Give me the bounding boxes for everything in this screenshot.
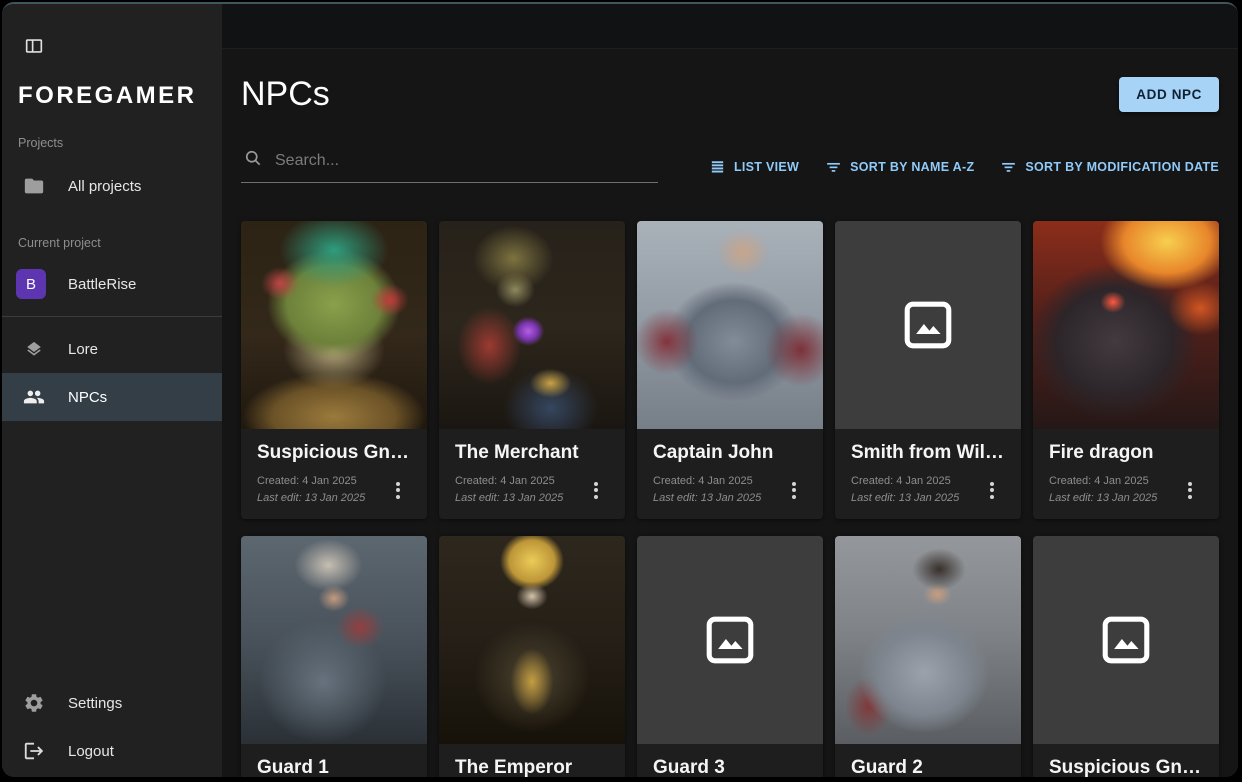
sidebar: FOREGAMER Projects All projects Current … [2,4,222,777]
sort-lines-icon [825,158,842,175]
card-title: Guard 3 [653,757,807,777]
card-menu-button[interactable] [385,477,411,503]
npc-card[interactable]: Suspicious Gnome Created: 4 Jan 2025 Las… [1033,536,1219,777]
card-created-date: Created: 4 Jan 2025 [1049,473,1157,490]
project-name: BattleRise [68,276,136,293]
search-input[interactable] [275,152,656,170]
content-area: NPCs ADD NPC LIST VIEW [222,49,1238,777]
gear-icon [22,692,46,714]
sidebar-item-label: Logout [68,743,114,760]
search-field[interactable] [241,144,658,183]
page-title: NPCs [241,75,330,114]
card-image [241,536,427,744]
sort-by-name-button[interactable]: SORT BY NAME A-Z [825,158,974,175]
sidebar-divider [2,316,222,317]
sidebar-item-settings[interactable]: Settings [2,679,222,727]
main-area: NPCs ADD NPC LIST VIEW [222,4,1238,777]
card-image [241,221,427,429]
card-title: Smith from Willia… [851,442,1005,464]
card-last-edit-date: Last edit: 13 Jan 2025 [1049,490,1157,507]
panel-toggle-icon [23,35,45,57]
sidebar-item-logout[interactable]: Logout [2,727,222,775]
image-placeholder-icon [701,611,759,669]
sidebar-item-label: All projects [68,178,141,195]
card-menu-button[interactable] [1177,477,1203,503]
npc-card-grid: Suspicious Gnome Created: 4 Jan 2025 Las… [241,221,1219,777]
sidebar-item-npcs[interactable]: NPCs [2,373,222,421]
card-last-edit-date: Last edit: 13 Jan 2025 [851,490,959,507]
npc-card[interactable]: Captain John Created: 4 Jan 2025 Last ed… [637,221,823,519]
npc-card[interactable]: The Emperor Created: 4 Jan 2025 Last edi… [439,536,625,777]
card-title: Guard 2 [851,757,1005,777]
card-menu-button[interactable] [583,477,609,503]
npc-card[interactable]: Smith from Willia… Created: 4 Jan 2025 L… [835,221,1021,519]
logout-icon [22,740,46,762]
card-image [1033,221,1219,429]
npc-card[interactable]: Fire dragon Created: 4 Jan 2025 Last edi… [1033,221,1219,519]
card-created-date: Created: 4 Jan 2025 [455,473,563,490]
card-title: Fire dragon [1049,442,1203,464]
card-title: Suspicious Gnome [257,442,411,464]
card-menu-button[interactable] [781,477,807,503]
card-last-edit-date: Last edit: 13 Jan 2025 [653,490,761,507]
layers-icon [22,338,46,360]
card-last-edit-date: Last edit: 13 Jan 2025 [455,490,563,507]
card-created-date: Created: 4 Jan 2025 [653,473,761,490]
card-image [835,221,1021,429]
list-view-button[interactable]: LIST VIEW [709,158,799,175]
sidebar-item-all-projects[interactable]: All projects [2,162,222,210]
npc-card[interactable]: Suspicious Gnome Created: 4 Jan 2025 Las… [241,221,427,519]
people-icon [22,386,46,408]
top-app-bar [222,4,1238,49]
card-last-edit-date: Last edit: 13 Jan 2025 [257,490,365,507]
card-image [835,536,1021,744]
sort-lines-icon [1000,158,1017,175]
npc-card[interactable]: Guard 2 Created: 4 Jan 2025 Last edit: 1… [835,536,1021,777]
npc-card[interactable]: Guard 3 Created: 4 Jan 2025 Last edit: 1… [637,536,823,777]
image-placeholder-icon [899,296,957,354]
card-title: The Emperor [455,757,609,777]
card-created-date: Created: 4 Jan 2025 [851,473,959,490]
card-image [1033,536,1219,744]
card-title: Suspicious Gnome [1049,757,1203,777]
sidebar-item-label: NPCs [68,389,107,406]
card-image [439,221,625,429]
card-title: Captain John [653,442,807,464]
sidebar-item-current-project[interactable]: B BattleRise [2,260,222,308]
projects-section-label: Projects [18,136,206,150]
sidebar-item-label: Lore [68,341,98,358]
project-avatar: B [16,269,46,299]
current-project-section-label: Current project [18,236,206,250]
app-logo: FOREGAMER [18,82,222,110]
card-title: The Merchant [455,442,609,464]
card-title: Guard 1 [257,757,411,777]
sort-by-modification-date-button[interactable]: SORT BY MODIFICATION DATE [1000,158,1219,175]
card-image [637,221,823,429]
folder-icon [22,175,46,197]
npc-card[interactable]: The Merchant Created: 4 Jan 2025 Last ed… [439,221,625,519]
image-placeholder-icon [1097,611,1155,669]
search-icon [243,148,263,173]
sidebar-toggle-button[interactable] [22,34,46,58]
card-image [637,536,823,744]
add-npc-button[interactable]: ADD NPC [1119,77,1219,112]
list-lines-icon [709,158,726,175]
sidebar-item-lore[interactable]: Lore [2,325,222,373]
npc-card[interactable]: Guard 1 Created: 4 Jan 2025 Last edit: 1… [241,536,427,777]
card-created-date: Created: 4 Jan 2025 [257,473,365,490]
card-image [439,536,625,744]
card-menu-button[interactable] [979,477,1005,503]
sidebar-item-label: Settings [68,695,122,712]
app-window: FOREGAMER Projects All projects Current … [2,2,1238,777]
